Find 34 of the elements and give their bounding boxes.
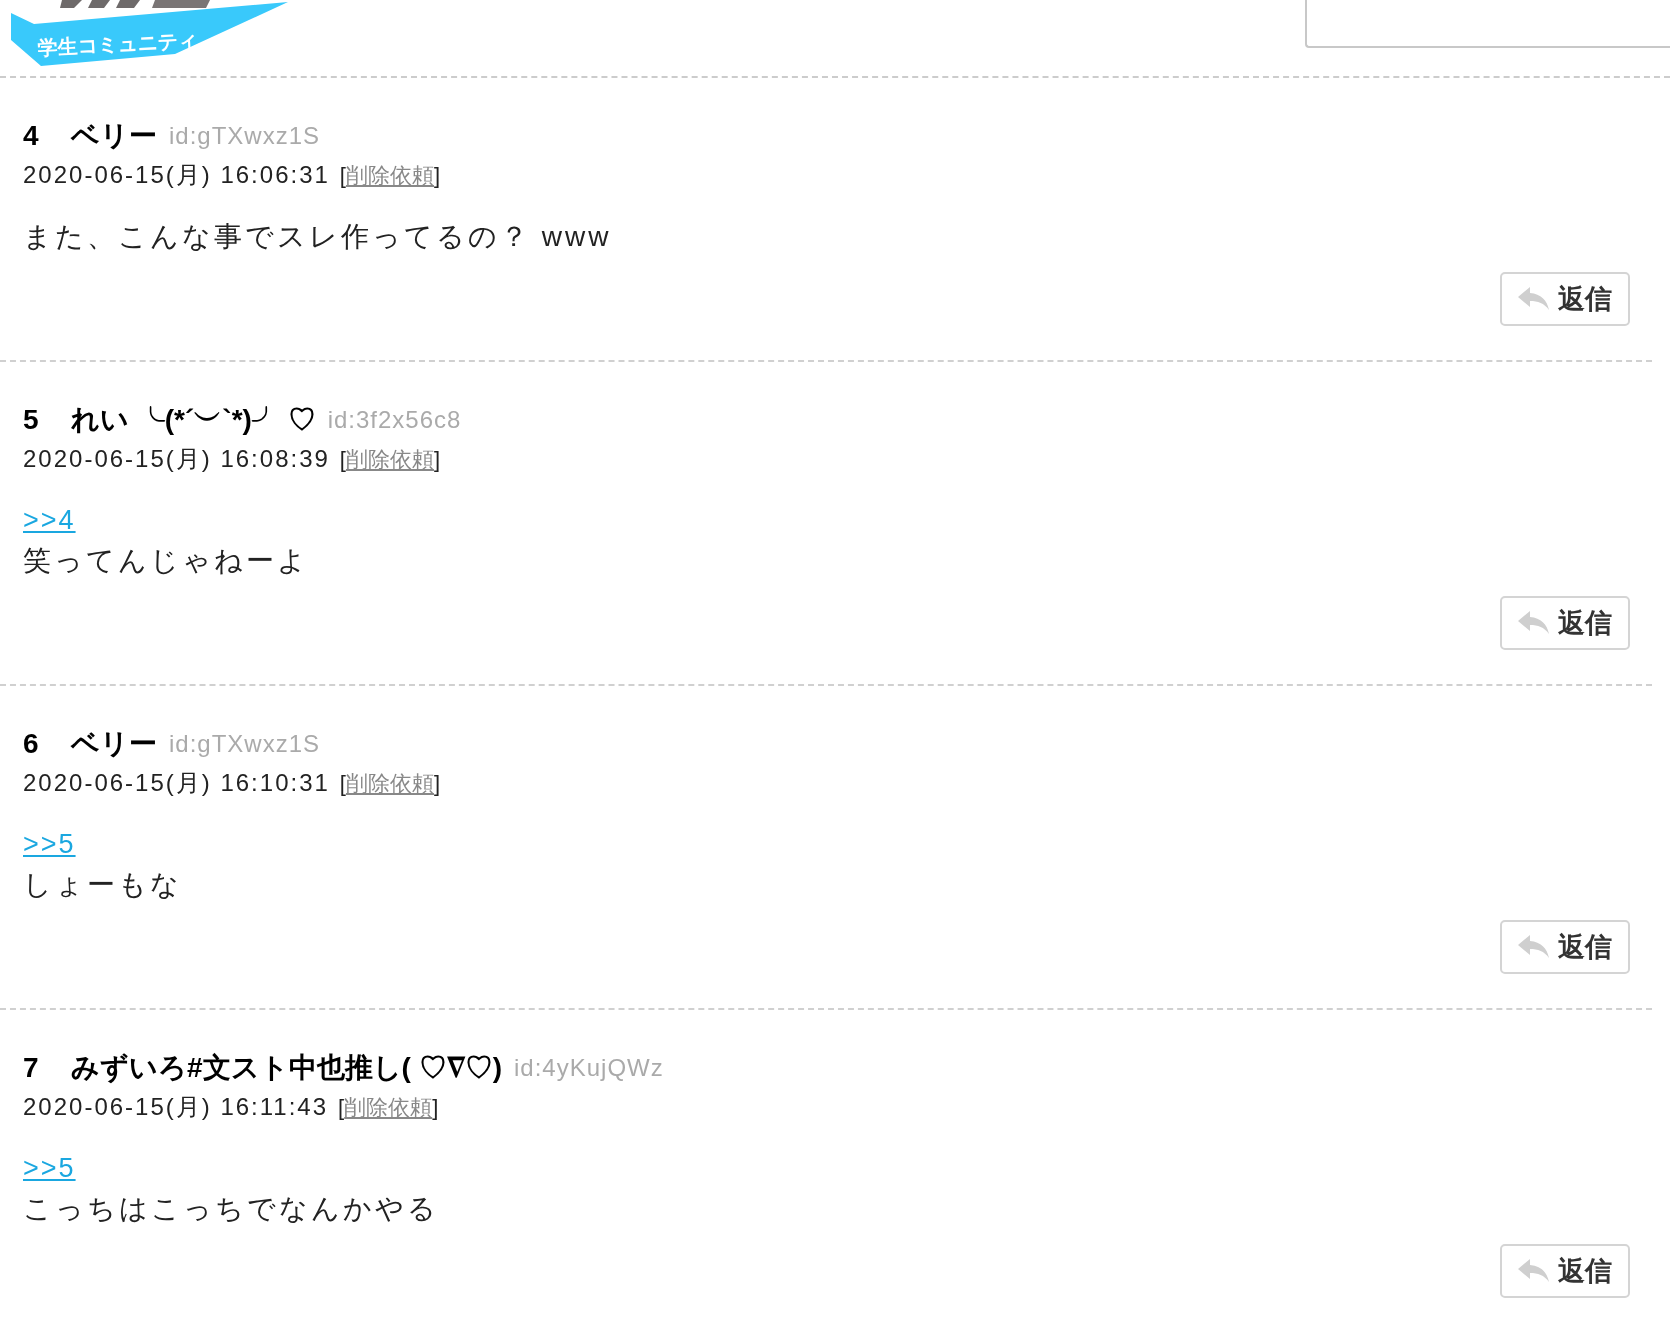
post-datetime: 2020-06-15(月) 16:08:39 — [23, 444, 330, 474]
poster-id: id:3f2x56c8 — [327, 405, 462, 435]
input-field[interactable] — [1305, 0, 1670, 48]
post-body: しょーもな — [23, 868, 182, 902]
poster-id: id:gTXwxz1S — [169, 121, 321, 151]
post-datetime: 2020-06-15(月) 16:10:31 — [23, 768, 330, 798]
poster-id: id:gTXwxz1S — [169, 729, 321, 759]
reply-arrow-icon — [1518, 935, 1550, 959]
delete-request-link[interactable]: [削除依頼] — [339, 766, 441, 800]
post-body: 笑ってんじゃねーよ — [23, 544, 309, 578]
reply-button[interactable]: 返信 — [1500, 1244, 1630, 1298]
reply-arrow-icon — [1518, 287, 1550, 311]
reply-button[interactable]: 返信 — [1500, 596, 1630, 650]
reply-arrow-icon — [1518, 611, 1550, 635]
poster-id: id:4yKujQWz — [514, 1053, 664, 1083]
post-body: また、こんな事でスレ作ってるの？ www — [23, 220, 612, 254]
post-number: 6 — [23, 727, 40, 761]
post-number: 4 — [23, 119, 40, 153]
poster-name: ベリー — [71, 119, 157, 153]
reply-button[interactable]: 返信 — [1500, 272, 1630, 326]
poster-name: ベリー — [71, 727, 157, 761]
post-number: 7 — [23, 1051, 40, 1085]
reply-arrow-icon — [1518, 1259, 1550, 1283]
delete-request-link[interactable]: [削除依頼] — [339, 442, 441, 476]
delete-request-link[interactable]: [削除依頼] — [339, 158, 441, 192]
post-body: こっちはこっちでなんかやる — [23, 1192, 439, 1226]
reply-button[interactable]: 返信 — [1500, 920, 1630, 974]
poster-name: れい ╰(*´︶`*)╯ ♡ — [71, 403, 316, 437]
post-datetime: 2020-06-15(月) 16:06:31 — [23, 160, 330, 190]
post-number: 5 — [23, 403, 40, 437]
logo-drawing[interactable] — [10, 0, 290, 68]
poster-name: みずいろ#文スト中也推し( ♡∇♡) — [71, 1051, 502, 1085]
delete-request-link[interactable]: [削除依頼] — [338, 1090, 439, 1124]
post-datetime: 2020-06-15(月) 16:11:43 — [23, 1092, 329, 1122]
